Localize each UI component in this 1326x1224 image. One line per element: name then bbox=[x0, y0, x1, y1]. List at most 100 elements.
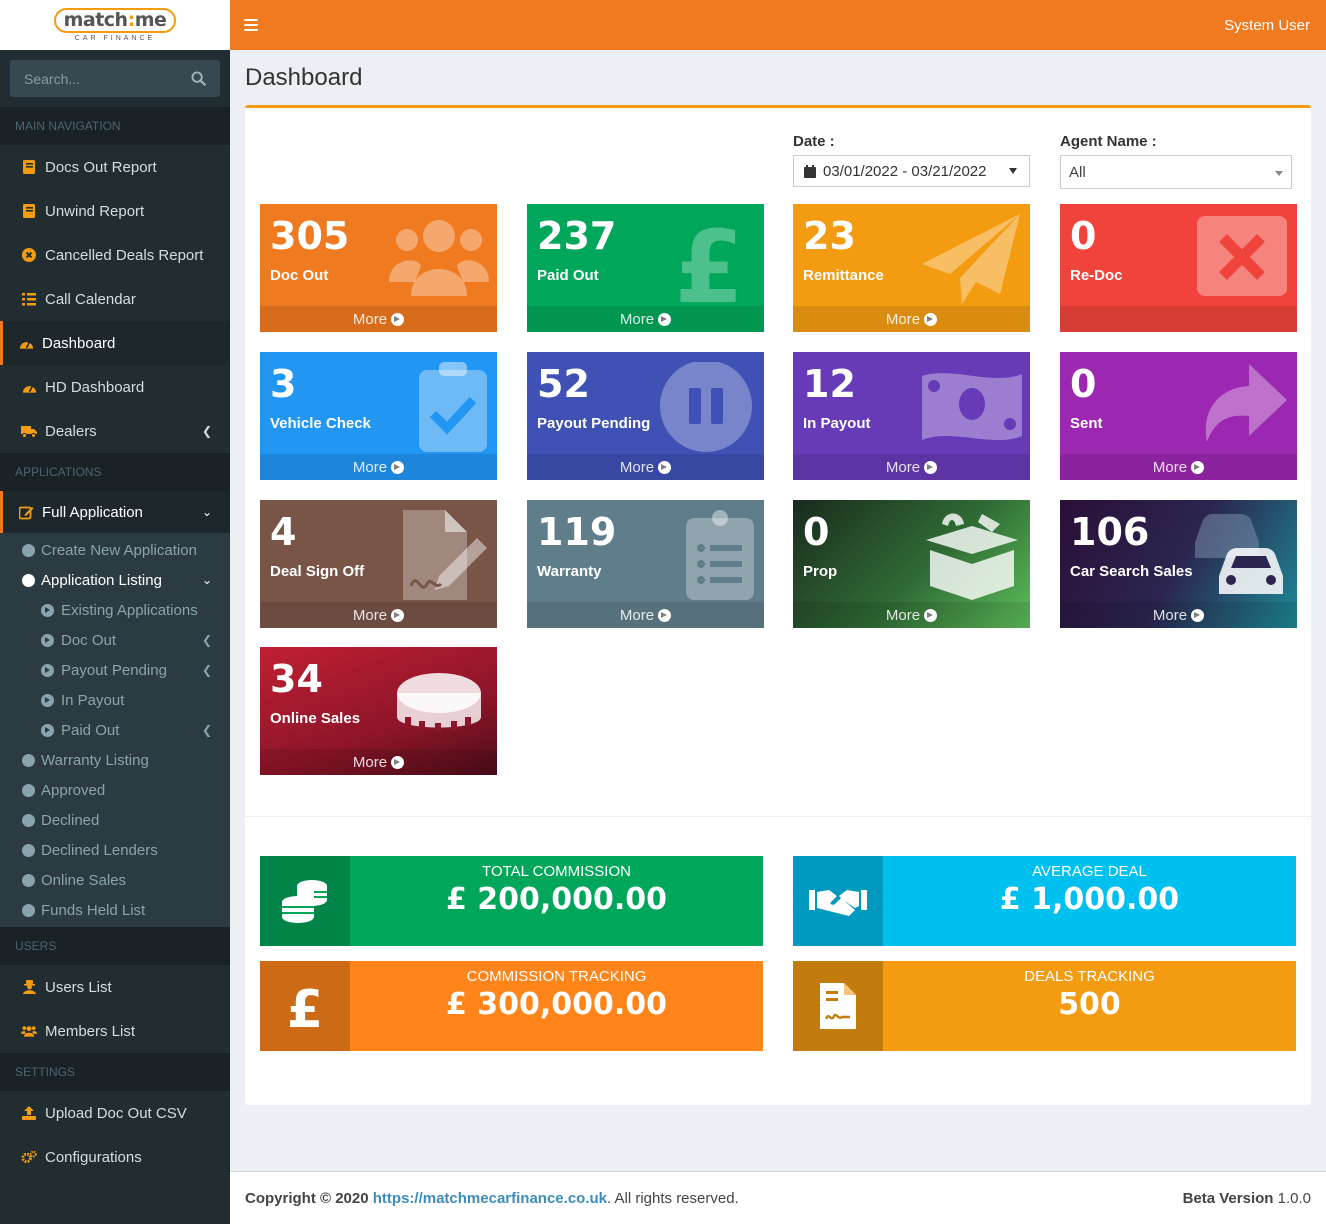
tile-value: 3 bbox=[270, 362, 297, 406]
tile-more-link[interactable]: More bbox=[260, 602, 497, 628]
users-icon bbox=[21, 1025, 37, 1037]
sidebar-item-payout-pending[interactable]: Payout Pending ❮ bbox=[0, 655, 230, 685]
sidebar-item-in-payout[interactable]: In Payout bbox=[0, 685, 230, 715]
arrow-circle-right-icon bbox=[41, 633, 54, 647]
date-range-picker[interactable]: 03/01/2022 - 03/21/2022 bbox=[793, 155, 1030, 187]
sidebar-item-docs-out-report[interactable]: Docs Out Report bbox=[0, 145, 230, 189]
clipboard-list-icon bbox=[686, 510, 754, 600]
truck-icon bbox=[21, 425, 37, 438]
footer: Copyright © 2020 https://matchmecarfinan… bbox=[230, 1171, 1326, 1224]
sidebar-item-online-sales[interactable]: Online Sales bbox=[0, 865, 230, 895]
search-input[interactable] bbox=[24, 70, 164, 87]
stat-body: AVERAGE DEAL £ 1,000.00 bbox=[883, 856, 1296, 946]
sidebar-item-dealers[interactable]: Dealers ❮ bbox=[0, 409, 230, 453]
tile-more-link[interactable]: More bbox=[527, 454, 764, 480]
stat-icon-box bbox=[793, 961, 883, 1051]
logo[interactable]: match:me CAR FINANCE bbox=[0, 0, 230, 50]
sidebar-item-label: Approved bbox=[41, 781, 106, 799]
sidebar-item-configurations[interactable]: Configurations bbox=[0, 1135, 230, 1179]
arrow-circle-right-icon bbox=[391, 312, 405, 326]
cogs-icon bbox=[21, 1150, 37, 1164]
tile-prop: 0 Prop More bbox=[793, 500, 1030, 628]
sidebar-item-declined[interactable]: Declined bbox=[0, 805, 230, 835]
arrow-circle-right-icon bbox=[1191, 608, 1205, 622]
tile-more-link[interactable]: More bbox=[1060, 454, 1297, 480]
chevron-down-icon[interactable]: ⌄ bbox=[202, 573, 212, 587]
sidebar-item-hd-dashboard[interactable]: HD Dashboard bbox=[0, 365, 230, 409]
tile-more-link[interactable]: More bbox=[793, 602, 1030, 628]
more-label: More bbox=[1152, 458, 1188, 476]
tile-label: Re-Doc bbox=[1070, 267, 1123, 284]
footer-website-link[interactable]: https://matchmecarfinance.co.uk bbox=[373, 1190, 607, 1207]
arrow-circle-right-icon bbox=[41, 663, 54, 677]
arrow-circle-right-icon bbox=[391, 755, 405, 769]
tile-more-link[interactable]: More bbox=[1060, 602, 1297, 628]
chevron-left-icon[interactable]: ❮ bbox=[202, 424, 212, 438]
sidebar-item-full-application[interactable]: Full Application ⌄ bbox=[0, 491, 230, 533]
handshake-icon bbox=[809, 890, 867, 916]
sidebar-item-label: Full Application bbox=[42, 503, 143, 521]
logo-brand-right: me bbox=[134, 9, 167, 31]
more-label: More bbox=[619, 458, 655, 476]
sidebar-item-existing-applications[interactable]: Existing Applications bbox=[0, 595, 230, 625]
sidebar-item-users-list[interactable]: Users List bbox=[0, 965, 230, 1009]
chevron-left-icon[interactable]: ❮ bbox=[202, 633, 212, 647]
chevron-left-icon[interactable]: ❮ bbox=[202, 663, 212, 677]
sidebar-item-label: HD Dashboard bbox=[45, 378, 145, 396]
sidebar-item-create-new-application[interactable]: Create New Application bbox=[0, 535, 230, 565]
agent-label: Agent Name : bbox=[1060, 133, 1157, 150]
sidebar-item-label: Dashboard bbox=[42, 334, 116, 352]
sidebar-item-upload-doc-out-csv[interactable]: Upload Doc Out CSV bbox=[0, 1091, 230, 1135]
logo-brand-left: match bbox=[63, 9, 129, 31]
sidebar-item-declined-lenders[interactable]: Declined Lenders bbox=[0, 835, 230, 865]
arrow-circle-right-icon bbox=[41, 603, 54, 617]
user-menu[interactable]: System User bbox=[1224, 17, 1310, 34]
hamburger-menu-icon[interactable] bbox=[244, 19, 258, 31]
tile-more-link[interactable]: More bbox=[260, 454, 497, 480]
tile-more-link[interactable]: More bbox=[793, 454, 1030, 480]
sidebar-item-application-listing[interactable]: Application Listing ⌄ bbox=[0, 565, 230, 595]
agent-select[interactable]: All bbox=[1060, 155, 1292, 189]
logo-brand-colon: : bbox=[127, 9, 136, 31]
pound-icon: £ bbox=[674, 214, 744, 304]
circle-icon bbox=[22, 903, 35, 917]
sidebar-item-label: In Payout bbox=[61, 691, 125, 709]
tile-more-link[interactable]: More bbox=[260, 306, 497, 332]
sidebar-item-doc-out[interactable]: Doc Out ❮ bbox=[0, 625, 230, 655]
stat-title: AVERAGE DEAL bbox=[1032, 863, 1147, 880]
sidebar-item-funds-held-list[interactable]: Funds Held List bbox=[0, 895, 230, 925]
sidebar-item-label: Docs Out Report bbox=[45, 158, 157, 176]
sidebar-item-label: Unwind Report bbox=[45, 202, 145, 220]
tile-payout-pending: 52 Payout Pending More bbox=[527, 352, 764, 480]
edit-icon bbox=[18, 505, 34, 520]
chevron-down-icon[interactable]: ⌄ bbox=[202, 505, 212, 519]
tile-more-link[interactable] bbox=[1060, 306, 1297, 332]
more-label: More bbox=[619, 606, 655, 624]
sidebar-item-label: Members List bbox=[45, 1022, 136, 1040]
tile-more-link[interactable]: More bbox=[793, 306, 1030, 332]
sidebar-item-warranty-listing[interactable]: Warranty Listing bbox=[0, 745, 230, 775]
sidebar-item-cancelled-deals-report[interactable]: Cancelled Deals Report bbox=[0, 233, 230, 277]
sidebar-item-label: Cancelled Deals Report bbox=[45, 246, 204, 264]
tile-vehicle-check: 3 Vehicle Check More bbox=[260, 352, 497, 480]
tile-more-link[interactable]: More bbox=[260, 749, 497, 775]
file-signature-icon bbox=[403, 510, 487, 600]
stat-total-commission: TOTAL COMMISSION £ 200,000.00 bbox=[260, 856, 763, 946]
sidebar-item-label: Application Listing bbox=[41, 571, 162, 589]
sidebar-item-dashboard[interactable]: Dashboard bbox=[0, 321, 230, 365]
tile-more-link[interactable]: More bbox=[527, 602, 764, 628]
tile-label: Paid Out bbox=[537, 267, 599, 284]
chevron-left-icon[interactable]: ❮ bbox=[202, 723, 212, 737]
sidebar-item-members-list[interactable]: Members List bbox=[0, 1009, 230, 1053]
sidebar-item-call-calendar[interactable]: Call Calendar bbox=[0, 277, 230, 321]
sidebar-item-label: Configurations bbox=[45, 1148, 142, 1166]
sidebar-item-approved[interactable]: Approved bbox=[0, 775, 230, 805]
tile-more-link[interactable]: More bbox=[527, 306, 764, 332]
tile-online-sales: 34 Online Sales More bbox=[260, 647, 497, 775]
tile-value: 305 bbox=[270, 214, 350, 258]
cars-icon bbox=[1195, 514, 1283, 594]
sidebar-item-unwind-report[interactable]: Unwind Report bbox=[0, 189, 230, 233]
stat-title: DEALS TRACKING bbox=[1024, 968, 1155, 985]
search-icon[interactable] bbox=[191, 71, 206, 86]
sidebar-item-paid-out[interactable]: Paid Out ❮ bbox=[0, 715, 230, 745]
